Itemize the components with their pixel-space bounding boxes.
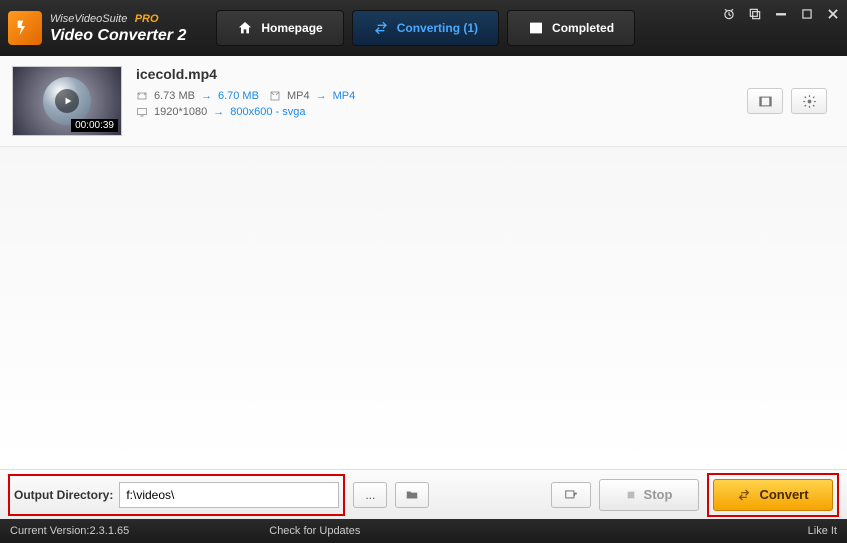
version-text: Current Version:2.3.1.65 bbox=[10, 525, 129, 537]
open-folder-button[interactable] bbox=[395, 482, 429, 508]
empty-area bbox=[0, 147, 847, 467]
file-item[interactable]: 00:00:39 icecold.mp4 6.73 MB → 6.70 MB M… bbox=[0, 56, 847, 147]
check-updates-link[interactable]: Check for Updates bbox=[269, 525, 360, 537]
app-logo-icon bbox=[8, 11, 42, 45]
convert-icon bbox=[737, 488, 751, 502]
stop-icon bbox=[626, 490, 636, 500]
resolution-to: 800x600 - svga bbox=[230, 106, 305, 118]
main-tabs: Homepage Converting (1) Completed bbox=[216, 10, 643, 46]
arrow-icon: → bbox=[316, 90, 327, 102]
check-icon bbox=[528, 20, 544, 36]
play-icon[interactable] bbox=[55, 89, 79, 113]
arrow-icon: → bbox=[213, 106, 224, 118]
status-bar: Current Version:2.3.1.65 Check for Updat… bbox=[0, 519, 847, 543]
size-from: 6.73 MB bbox=[154, 90, 195, 102]
tab-homepage[interactable]: Homepage bbox=[216, 10, 343, 46]
browse-button[interactable]: ... bbox=[353, 482, 387, 508]
bottom-bar: Output Directory: ... Stop Convert bbox=[0, 469, 847, 519]
close-button[interactable] bbox=[825, 6, 841, 22]
settings-button[interactable] bbox=[791, 88, 827, 114]
browse-label: ... bbox=[365, 488, 375, 502]
size-to: 6.70 MB bbox=[218, 90, 259, 102]
convert-button[interactable]: Convert bbox=[713, 479, 833, 511]
format-from: MP4 bbox=[287, 90, 310, 102]
convert-label: Convert bbox=[759, 487, 808, 502]
item-actions bbox=[747, 66, 835, 136]
tab-completed[interactable]: Completed bbox=[507, 10, 635, 46]
arrow-icon: → bbox=[201, 90, 212, 102]
stop-label: Stop bbox=[644, 487, 673, 502]
preview-button[interactable] bbox=[747, 88, 783, 114]
file-info: icecold.mp4 6.73 MB → 6.70 MB MP4 → MP4 … bbox=[122, 66, 747, 136]
tab-label: Homepage bbox=[261, 21, 322, 35]
video-thumbnail[interactable]: 00:00:39 bbox=[12, 66, 122, 136]
title-bar: WiseVideoSuite PRO Video Converter 2 Hom… bbox=[0, 0, 847, 56]
output-label: Output Directory: bbox=[14, 488, 113, 502]
resolution-from: 1920*1080 bbox=[154, 106, 207, 118]
resolution-line: 1920*1080 → 800x600 - svga bbox=[136, 106, 747, 118]
format-to: MP4 bbox=[333, 90, 356, 102]
output-path-input[interactable] bbox=[119, 482, 339, 508]
app-logo: WiseVideoSuite PRO Video Converter 2 bbox=[0, 11, 186, 45]
convert-highlight: Convert bbox=[707, 473, 839, 517]
size-format-line: 6.73 MB → 6.70 MB MP4 → MP4 bbox=[136, 90, 747, 102]
size-icon bbox=[136, 90, 148, 102]
output-directory-group: Output Directory: bbox=[8, 474, 345, 516]
tab-converting[interactable]: Converting (1) bbox=[352, 10, 499, 46]
cascade-icon[interactable] bbox=[747, 6, 763, 22]
add-video-button[interactable] bbox=[551, 482, 591, 508]
window-controls bbox=[721, 6, 841, 22]
app-suite-text: WiseVideoSuite bbox=[50, 13, 127, 25]
resolution-icon bbox=[136, 106, 148, 118]
like-it-link[interactable]: Like It bbox=[808, 525, 837, 537]
tab-label: Completed bbox=[552, 21, 614, 35]
minimize-button[interactable] bbox=[773, 6, 789, 22]
stop-button[interactable]: Stop bbox=[599, 479, 699, 511]
format-icon bbox=[269, 90, 281, 102]
duration-badge: 00:00:39 bbox=[71, 119, 118, 132]
alarm-icon[interactable] bbox=[721, 6, 737, 22]
home-icon bbox=[237, 20, 253, 36]
tab-label: Converting (1) bbox=[397, 21, 478, 35]
maximize-button[interactable] bbox=[799, 6, 815, 22]
file-name: icecold.mp4 bbox=[136, 66, 747, 82]
app-title: Video Converter 2 bbox=[50, 26, 186, 45]
convert-icon bbox=[373, 20, 389, 36]
app-badge: PRO bbox=[135, 13, 159, 25]
